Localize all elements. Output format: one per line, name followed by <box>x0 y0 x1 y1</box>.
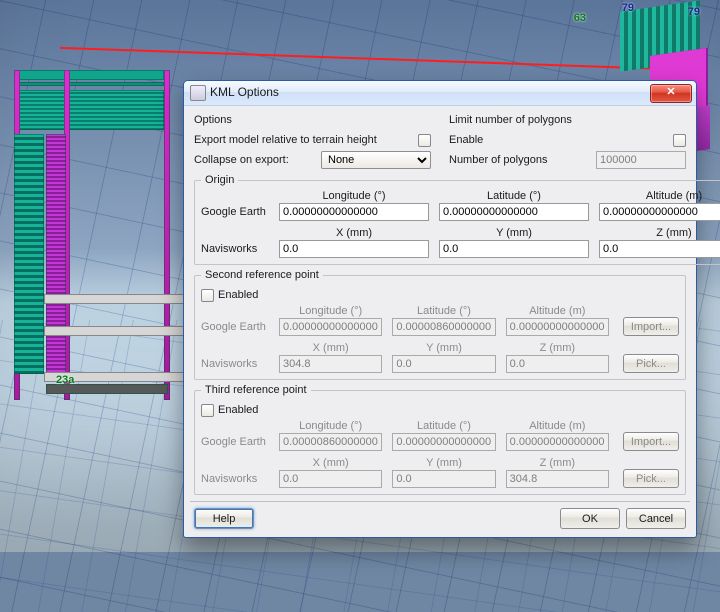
second-latitude-field: 0.00000860000000 <box>392 318 495 336</box>
third-y-field: 0.0 <box>392 470 495 488</box>
axis-label-79a: 79 <box>622 2 634 14</box>
second-enabled-checkbox[interactable] <box>201 289 214 302</box>
origin-col-y: Y (mm) <box>439 227 589 239</box>
origin-group: Origin Longitude (°) Latitude (°) Altitu… <box>194 174 720 265</box>
second-z-field: 0.0 <box>506 355 609 373</box>
origin-z-input[interactable] <box>599 240 720 258</box>
second-ref-group: Second reference point Enabled Longitude… <box>194 269 686 380</box>
dialog-title: KML Options <box>210 85 279 99</box>
origin-col-longitude: Longitude (°) <box>279 190 429 202</box>
close-icon: ✕ <box>666 86 675 98</box>
third-ref-group: Third reference point Enabled Longitude … <box>194 384 686 495</box>
origin-col-latitude: Latitude (°) <box>439 190 589 202</box>
export-relative-checkbox[interactable] <box>418 134 431 147</box>
options-heading: Options <box>194 114 431 126</box>
second-col-z: Z (mm) <box>506 342 609 354</box>
third-longitude-field: 0.00000860000000 <box>279 433 382 451</box>
third-x-field: 0.0 <box>279 470 382 488</box>
second-col-y: Y (mm) <box>392 342 495 354</box>
second-col-x: X (mm) <box>279 342 382 354</box>
third-nw-label: Navisworks <box>201 473 279 485</box>
second-pick-button: Pick... <box>623 354 679 373</box>
origin-col-x: X (mm) <box>279 227 429 239</box>
second-x-field: 304.8 <box>279 355 382 373</box>
third-altitude-field: 0.00000000000000 <box>506 433 609 451</box>
enable-polygons-checkbox[interactable] <box>673 134 686 147</box>
gridline-label-63: 63 <box>574 12 586 24</box>
third-ref-legend: Third reference point <box>201 384 311 396</box>
third-col-longitude: Longitude (°) <box>279 420 382 432</box>
third-import-button: Import... <box>623 432 679 451</box>
origin-y-input[interactable] <box>439 240 589 258</box>
origin-legend: Origin <box>201 174 238 186</box>
second-ge-label: Google Earth <box>201 321 279 333</box>
second-enabled-label: Enabled <box>218 289 258 301</box>
third-enabled-checkbox[interactable] <box>201 404 214 417</box>
origin-nw-label: Navisworks <box>201 243 279 255</box>
kml-options-dialog: KML Options ✕ Options Export model relat… <box>183 80 697 538</box>
origin-latitude-input[interactable] <box>439 203 589 221</box>
origin-longitude-input[interactable] <box>279 203 429 221</box>
axis-label-79b: 79 <box>688 6 700 18</box>
third-col-y: Y (mm) <box>392 457 495 469</box>
number-polygons-field: 100000 <box>596 151 686 169</box>
origin-col-altitude: Altitude (m) <box>599 190 720 202</box>
gridline-label-23a: 23a <box>56 374 74 386</box>
second-col-altitude: Altitude (m) <box>506 305 609 317</box>
second-ref-legend: Second reference point <box>201 269 323 281</box>
export-relative-label: Export model relative to terrain height <box>194 134 418 146</box>
third-pick-button: Pick... <box>623 469 679 488</box>
ok-button[interactable]: OK <box>560 508 620 529</box>
collapse-combo[interactable]: None <box>321 151 431 169</box>
close-button[interactable]: ✕ <box>650 84 692 103</box>
second-altitude-field: 0.00000000000000 <box>506 318 609 336</box>
origin-x-input[interactable] <box>279 240 429 258</box>
origin-ge-label: Google Earth <box>201 206 279 218</box>
titlebar[interactable]: KML Options ✕ <box>184 81 696 106</box>
third-col-latitude: Latitude (°) <box>392 420 495 432</box>
third-ge-label: Google Earth <box>201 436 279 448</box>
collapse-label: Collapse on export: <box>194 154 321 166</box>
second-col-latitude: Latitude (°) <box>392 305 495 317</box>
second-y-field: 0.0 <box>392 355 495 373</box>
app-icon <box>190 85 206 101</box>
second-longitude-field: 0.00000000000000 <box>279 318 382 336</box>
third-latitude-field: 0.00000000000000 <box>392 433 495 451</box>
help-button[interactable]: Help <box>194 508 254 529</box>
second-nw-label: Navisworks <box>201 358 279 370</box>
enable-polygons-label: Enable <box>449 134 673 146</box>
second-import-button: Import... <box>623 317 679 336</box>
origin-altitude-input[interactable] <box>599 203 720 221</box>
cancel-button[interactable]: Cancel <box>626 508 686 529</box>
origin-col-z: Z (mm) <box>599 227 720 239</box>
third-enabled-label: Enabled <box>218 404 258 416</box>
third-z-field: 304.8 <box>506 470 609 488</box>
number-polygons-label: Number of polygons <box>449 154 596 166</box>
third-col-x: X (mm) <box>279 457 382 469</box>
second-col-longitude: Longitude (°) <box>279 305 382 317</box>
third-col-altitude: Altitude (m) <box>506 420 609 432</box>
polygons-heading: Limit number of polygons <box>449 114 686 126</box>
third-col-z: Z (mm) <box>506 457 609 469</box>
